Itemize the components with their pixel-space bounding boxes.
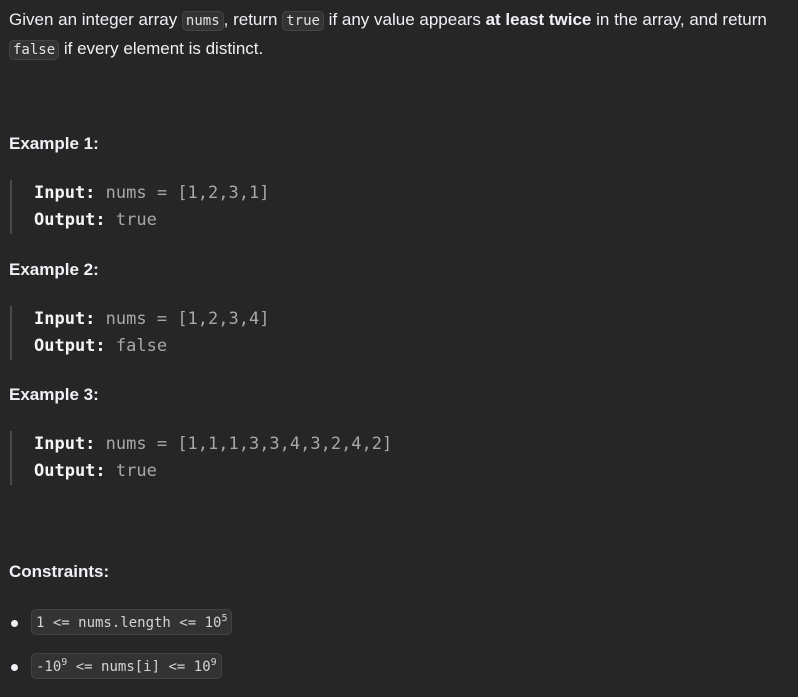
- output-value: true: [115, 210, 157, 230]
- input-label: Input:: [34, 309, 96, 329]
- code-false: false: [9, 40, 60, 60]
- example-3-input: Input: nums = [1,1,1,3,3,4,3,2,4,2]: [34, 431, 392, 458]
- constraint-item: -109 <= nums[i] <= 109: [9, 653, 232, 697]
- example-2-block: Input: nums = [1,2,3,4] Output: false: [10, 306, 269, 360]
- constraint-text: 1 <= nums.length <= 10: [36, 615, 222, 631]
- example-1-title: Example 1:: [9, 134, 99, 153]
- input-value: nums = [1,2,3,1]: [105, 183, 270, 203]
- example-2-output: Output: false: [34, 333, 269, 360]
- bullet-icon: [11, 620, 18, 627]
- constraint-exponent: 9: [210, 657, 217, 668]
- example-1-block: Input: nums = [1,2,3,1] Output: true: [10, 180, 269, 234]
- output-label: Output:: [34, 461, 106, 481]
- example-3-title: Example 3:: [9, 385, 99, 404]
- constraint-code: 1 <= nums.length <= 105: [31, 609, 233, 635]
- desc-text: in the array, and return: [591, 10, 767, 29]
- bullet-icon: [11, 664, 18, 671]
- problem-content: Given an integer array nums, return true…: [9, 6, 793, 679]
- example-2-title: Example 2:: [9, 260, 99, 279]
- code-true: true: [282, 11, 324, 31]
- bold-phrase: at least twice: [485, 10, 592, 29]
- output-label: Output:: [34, 210, 106, 230]
- output-value: true: [115, 461, 157, 481]
- example-3-block: Input: nums = [1,1,1,3,3,4,3,2,4,2] Outp…: [10, 431, 392, 485]
- constraint-text: <= nums[i] <= 10: [67, 659, 211, 675]
- output-label: Output:: [34, 336, 106, 356]
- constraint-exponent: 5: [221, 613, 228, 624]
- problem-description: Given an integer array nums, return true…: [9, 6, 793, 64]
- constraints-list: 1 <= nums.length <= 105 -10 9 <= nums[i] …: [9, 609, 233, 697]
- example-2-input: Input: nums = [1,2,3,4]: [34, 306, 269, 333]
- code-nums: nums: [181, 11, 224, 31]
- example-3-output: Output: true: [34, 458, 392, 485]
- example-1-output: Output: true: [34, 207, 269, 234]
- constraint-text: -10: [36, 659, 62, 675]
- desc-text: if any value appears: [323, 10, 486, 29]
- constraints-title: Constraints:: [9, 562, 110, 581]
- input-label: Input:: [34, 183, 96, 203]
- desc-text: if every element is distinct.: [59, 39, 264, 58]
- desc-text: Given an integer array: [9, 10, 182, 29]
- output-value: false: [115, 336, 168, 356]
- constraint-code: -109 <= nums[i] <= 109: [31, 653, 222, 679]
- input-value: nums = [1,2,3,4]: [105, 309, 270, 329]
- desc-text: , return: [223, 10, 283, 29]
- input-label: Input:: [34, 434, 96, 454]
- constraint-item: 1 <= nums.length <= 105: [9, 609, 233, 653]
- example-1-input: Input: nums = [1,2,3,1]: [34, 180, 269, 207]
- input-value: nums = [1,1,1,3,3,4,3,2,4,2]: [105, 434, 393, 454]
